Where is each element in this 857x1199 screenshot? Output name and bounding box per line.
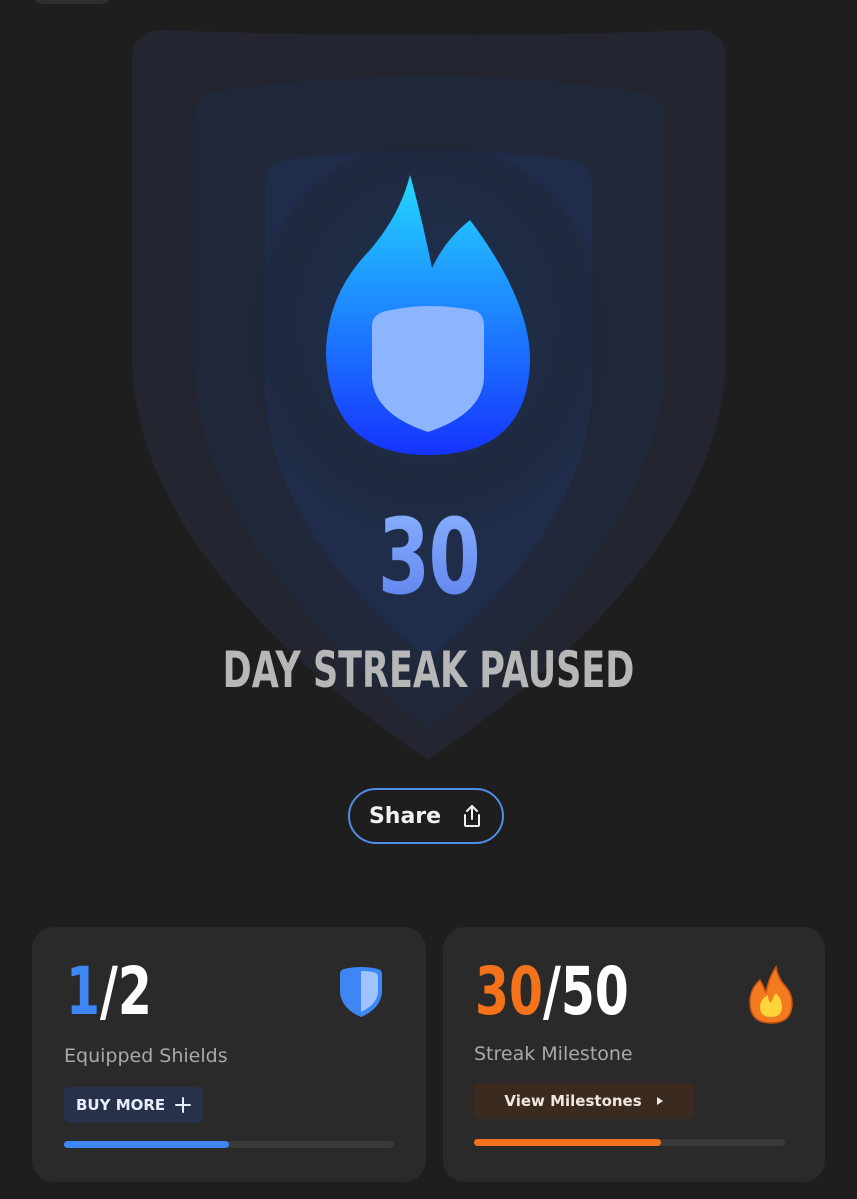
shield-icon xyxy=(340,967,382,1017)
shields-current: 1 xyxy=(66,953,100,1030)
view-milestones-label: View Milestones xyxy=(504,1092,642,1110)
plus-icon xyxy=(175,1097,192,1113)
milestone-label: Streak Milestone xyxy=(474,1043,633,1065)
equipped-shields-card: 1/2 Equipped Shields BUY MORE xyxy=(32,927,426,1182)
buy-more-label: BUY MORE xyxy=(76,1096,166,1114)
share-icon xyxy=(464,805,481,827)
milestone-current: 30 xyxy=(475,953,543,1030)
shields-count: 1/2 xyxy=(66,947,152,1037)
shields-progress-fill xyxy=(64,1141,229,1148)
streak-hero: 30 DAY STREAK PAUSED xyxy=(0,0,857,760)
streak-count: 30 xyxy=(120,492,737,622)
view-milestones-button[interactable]: View Milestones xyxy=(474,1083,694,1119)
share-button-label: Share xyxy=(368,803,442,829)
buy-more-button[interactable]: BUY MORE xyxy=(64,1087,204,1123)
milestone-separator: / xyxy=(542,953,561,1030)
caret-right-icon xyxy=(656,1097,663,1105)
milestone-count: 30/50 xyxy=(475,947,629,1037)
shields-total: 2 xyxy=(117,953,152,1030)
streak-status-label: DAY STREAK PAUSED xyxy=(222,641,635,699)
streak-page: 30 DAY STREAK PAUSED Share 1/2 Equipped … xyxy=(0,0,857,1199)
milestone-total: 50 xyxy=(560,953,629,1030)
milestone-progress-fill xyxy=(474,1139,661,1146)
shields-label: Equipped Shields xyxy=(64,1045,228,1067)
flame-icon xyxy=(749,965,793,1024)
streak-milestone-card: 30/50 Streak Milestone View Milestones xyxy=(443,927,825,1182)
shields-separator: / xyxy=(99,953,118,1030)
share-button[interactable]: Share xyxy=(348,788,504,844)
